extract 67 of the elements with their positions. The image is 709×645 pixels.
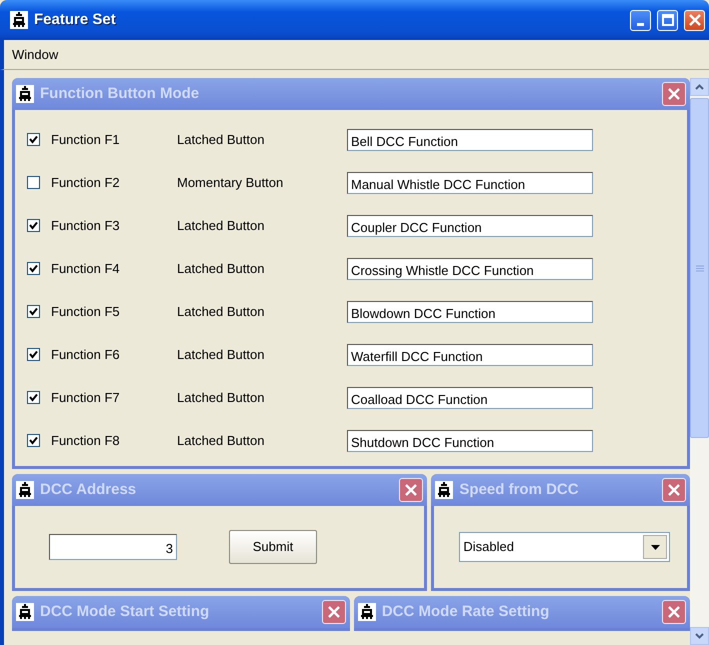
text-field[interactable]: Coupler DCC Function — [347, 214, 593, 236]
locomotive-icon — [10, 11, 28, 29]
checkbox[interactable] — [27, 391, 40, 404]
function-label: Function F2 — [51, 174, 121, 192]
locomotive-icon — [358, 603, 376, 621]
text-field[interactable]: Shutdown DCC Function — [347, 430, 593, 452]
checkbox[interactable] — [27, 176, 40, 189]
close-icon — [326, 605, 341, 619]
locomotive-icon — [16, 481, 34, 499]
dropdown[interactable]: Disabled — [459, 532, 670, 562]
checkbox[interactable] — [27, 434, 40, 447]
function-label: Function F8 — [51, 432, 121, 450]
menu-item[interactable]: Window — [12, 44, 58, 64]
text-field[interactable]: Bell DCC Function — [347, 128, 593, 150]
close-icon — [667, 605, 681, 619]
scroll-thumb[interactable] — [690, 98, 709, 438]
locomotive-icon — [16, 85, 34, 103]
locomotive-icon — [435, 481, 454, 499]
checkbox[interactable] — [27, 262, 40, 275]
button-mode-label: Latched Button — [177, 302, 266, 321]
text-field[interactable]: Crossing Whistle DCC Function — [347, 258, 593, 280]
button-mode-label: Latched Button — [177, 216, 266, 235]
submit-button[interactable]: Submit — [229, 530, 317, 564]
text-field[interactable]: Blowdown DCC Function — [347, 300, 593, 322]
window-title: Feature Set — [34, 10, 116, 30]
close-button[interactable] — [662, 478, 686, 502]
close-icon — [667, 87, 681, 101]
panel-title: DCC Mode Rate Setting — [382, 602, 550, 622]
button-mode-label: Latched Button — [177, 346, 266, 364]
maximize-button[interactable] — [657, 10, 678, 30]
text-field[interactable]: Manual Whistle DCC Function — [347, 172, 593, 194]
function-label: Function F5 — [51, 302, 121, 321]
button-mode-label: Latched Button — [177, 388, 266, 407]
function-label: Function F6 — [51, 346, 121, 364]
minimize-button[interactable] — [630, 10, 651, 30]
panel-title: Function Button Mode — [40, 84, 200, 104]
scroll-down-button[interactable] — [690, 627, 709, 645]
close-button[interactable] — [662, 600, 686, 624]
button-mode-label: Latched Button — [177, 130, 266, 149]
close-button[interactable] — [662, 82, 686, 106]
close-icon — [404, 483, 418, 497]
checkbox[interactable] — [27, 219, 40, 232]
close-button[interactable] — [399, 478, 424, 502]
function-label: Function F1 — [51, 130, 121, 149]
address-field[interactable]: 3 — [49, 534, 177, 560]
close-button[interactable] — [322, 600, 346, 624]
scroll-up-button[interactable] — [690, 78, 709, 96]
checkbox[interactable] — [27, 305, 40, 318]
panel-title: Speed from DCC — [459, 480, 580, 500]
close-icon — [667, 483, 681, 497]
checkbox[interactable] — [27, 133, 40, 146]
close-icon — [688, 14, 700, 26]
button-mode-label: Momentary Button — [177, 174, 284, 192]
panel-title: DCC Mode Start Setting — [40, 602, 210, 622]
text-field[interactable]: Coalload DCC Function — [347, 386, 593, 408]
function-label: Function F3 — [51, 216, 121, 235]
function-label: Function F7 — [51, 388, 121, 407]
scrollbar[interactable] — [690, 78, 709, 645]
button-mode-label: Latched Button — [177, 432, 266, 450]
function-label: Function F4 — [51, 260, 121, 278]
minimize-icon — [637, 22, 644, 26]
locomotive-icon — [16, 603, 34, 621]
panel-title: DCC Address — [40, 480, 138, 500]
button-mode-label: Latched Button — [177, 260, 266, 278]
maximize-icon — [662, 14, 674, 26]
text-field[interactable]: Waterfill DCC Function — [347, 344, 593, 366]
checkbox[interactable] — [27, 348, 40, 361]
